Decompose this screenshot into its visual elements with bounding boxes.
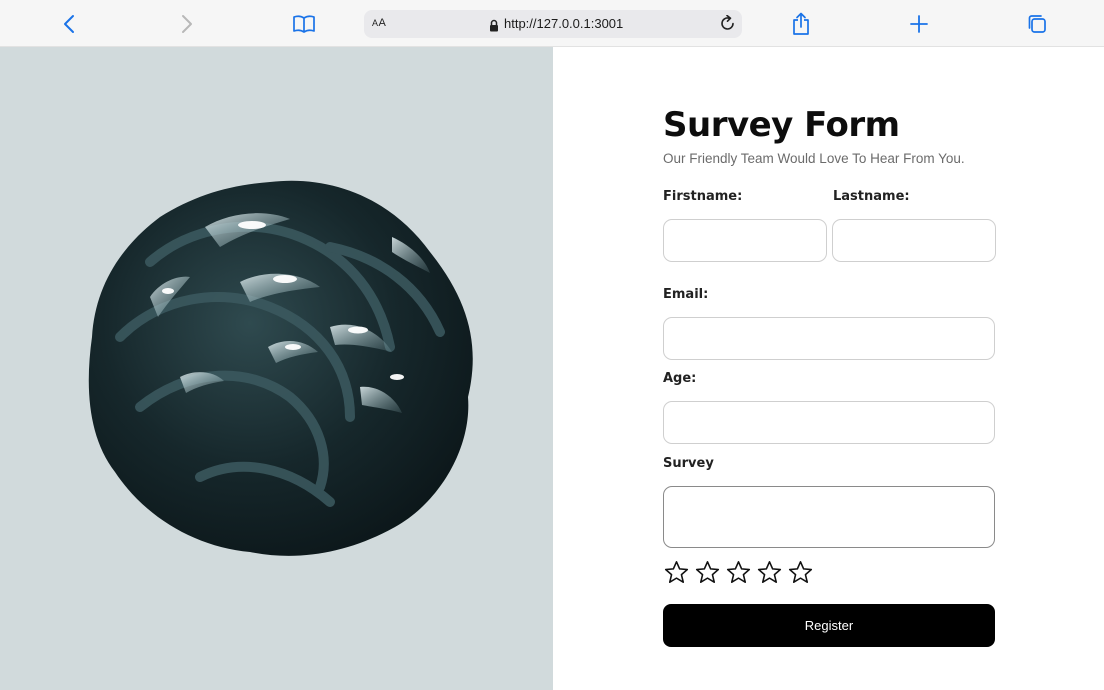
firstname-input[interactable]: [663, 219, 827, 262]
star-rating: [663, 559, 814, 587]
register-button[interactable]: Register: [663, 604, 995, 647]
star-1-icon[interactable]: [663, 559, 690, 586]
star-2-icon[interactable]: [694, 559, 721, 586]
tabs-overview-icon[interactable]: [1024, 11, 1050, 37]
reload-icon[interactable]: [720, 14, 736, 37]
star-4-icon[interactable]: [756, 559, 783, 586]
forward-icon[interactable]: [174, 11, 200, 37]
browser-toolbar: AA http://127.0.0.1:3001: [0, 0, 1104, 47]
bookmarks-icon[interactable]: [291, 11, 317, 37]
back-icon[interactable]: [56, 11, 82, 37]
lastname-label: Lastname:: [833, 189, 910, 204]
text-size-button[interactable]: AA: [372, 17, 386, 29]
lock-icon: [489, 17, 499, 36]
url-text: http://127.0.0.1:3001: [504, 16, 624, 31]
form-subtitle: Our Friendly Team Would Love To Hear Fro…: [663, 151, 965, 166]
hero-image-panel: [0, 47, 553, 690]
age-input[interactable]: [663, 401, 995, 444]
form-title: Survey Form: [663, 105, 900, 145]
survey-label: Survey: [663, 456, 714, 471]
survey-form: Survey Form Our Friendly Team Would Love…: [553, 47, 1104, 690]
abstract-blob-image: [88, 180, 473, 556]
survey-textarea[interactable]: [663, 486, 995, 548]
star-5-icon[interactable]: [787, 559, 814, 586]
email-input[interactable]: [663, 317, 995, 360]
new-tab-icon[interactable]: [906, 11, 932, 37]
address-bar[interactable]: AA http://127.0.0.1:3001: [364, 10, 742, 38]
email-label: Email:: [663, 287, 709, 302]
star-3-icon[interactable]: [725, 559, 752, 586]
age-label: Age:: [663, 371, 697, 386]
firstname-label: Firstname:: [663, 189, 743, 204]
lastname-input[interactable]: [832, 219, 996, 262]
share-icon[interactable]: [788, 11, 814, 37]
